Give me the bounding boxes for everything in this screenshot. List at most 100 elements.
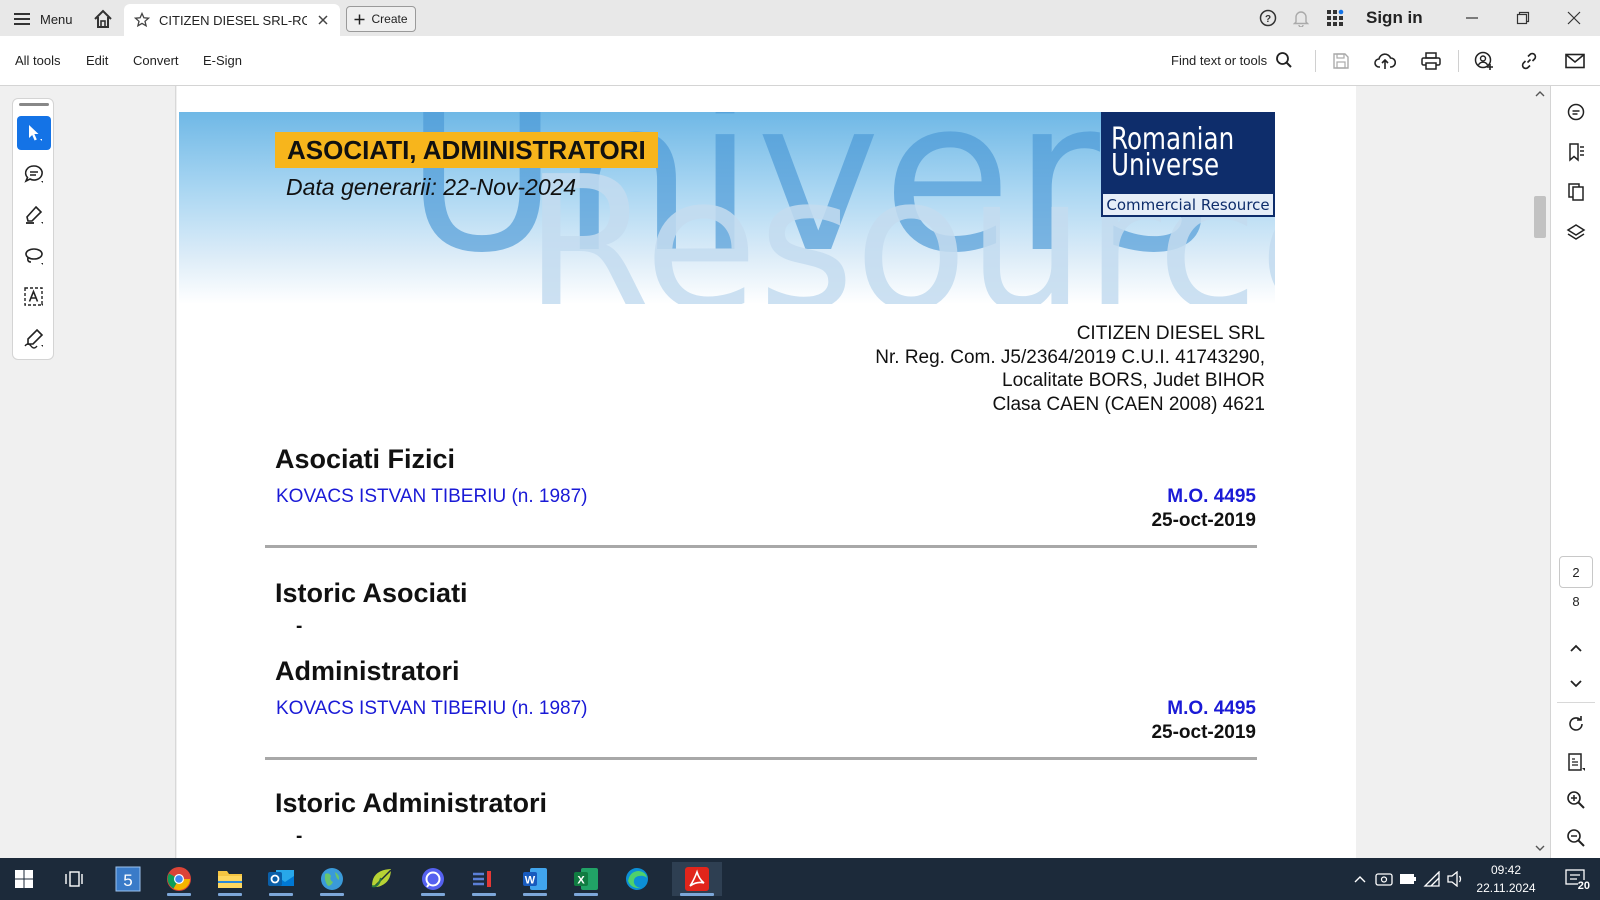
vertical-scrollbar[interactable] [1531, 86, 1549, 858]
company-location: Localitate BORS, Judet BIHOR [1002, 370, 1265, 392]
help-icon: ? [1259, 9, 1277, 27]
taskbar-outlook[interactable] [261, 862, 301, 896]
zoom-out-button[interactable] [1560, 822, 1592, 854]
home-button[interactable] [92, 8, 114, 30]
windows-logo-icon [15, 870, 33, 888]
scroll-down-arrow-icon[interactable] [1535, 844, 1545, 852]
drag-handle[interactable] [19, 103, 49, 106]
restore-button[interactable] [1498, 0, 1548, 36]
menu-all-tools[interactable]: All tools [15, 53, 61, 68]
close-tab-button[interactable] [316, 13, 330, 27]
taskbar-leaf-app[interactable] [362, 862, 402, 896]
taskbar-app-5[interactable]: 5 [108, 862, 148, 896]
notification-center-button[interactable]: 20 [1560, 866, 1592, 892]
tray-meet-now[interactable] [1374, 869, 1394, 889]
excel-icon: X [574, 868, 598, 890]
share-user-button[interactable] [1471, 48, 1497, 74]
restore-icon [1516, 11, 1530, 25]
page-display-button[interactable] [1560, 746, 1592, 778]
text-tool-button[interactable] [17, 280, 51, 314]
upload-button[interactable] [1372, 48, 1398, 74]
task-view-icon [65, 871, 83, 887]
asociat-mo-link[interactable]: M.O. 4495 [1167, 486, 1256, 508]
menu-e-sign[interactable]: E-Sign [203, 53, 242, 68]
taskbar-chrome[interactable] [159, 862, 199, 896]
section-divider [265, 545, 1257, 548]
create-button[interactable]: Create [346, 6, 416, 32]
taskbar-acrobat[interactable] [672, 862, 722, 896]
print-button[interactable] [1418, 48, 1444, 74]
start-button[interactable] [4, 862, 44, 896]
copy-link-button[interactable] [1516, 48, 1542, 74]
zoom-in-button[interactable] [1560, 784, 1592, 816]
pages-icon [1568, 183, 1584, 201]
sign-in-button[interactable]: Sign in [1366, 8, 1423, 28]
taskbar-file-explorer[interactable] [210, 862, 250, 896]
find-text-or-tools[interactable]: Find text or tools [1171, 51, 1293, 69]
heading-istoric-administratori: Istoric Administratori [275, 788, 548, 818]
bell-icon [1293, 11, 1309, 27]
taskbar-si-app[interactable] [464, 862, 504, 896]
taskbar-excel[interactable]: X [566, 862, 606, 896]
comment-icon [24, 165, 43, 183]
bookmarks-panel-button[interactable] [1560, 136, 1592, 168]
asociat-name-link[interactable]: KOVACS ISTVAN TIBERIU (n. 1987) [276, 486, 588, 508]
taskbar-word[interactable]: W [515, 862, 555, 896]
highlighter-icon [26, 205, 43, 224]
acrobat-icon [685, 867, 709, 891]
select-tool-button[interactable] [17, 116, 51, 150]
scrollbar-thumb[interactable] [1534, 196, 1546, 238]
cloud-upload-icon [1374, 53, 1396, 69]
create-label: Create [371, 12, 408, 26]
taskbar-maps-app[interactable] [312, 862, 352, 896]
taskbar-edge[interactable] [617, 862, 657, 896]
comments-panel-button[interactable] [1560, 96, 1592, 128]
email-button[interactable] [1562, 48, 1588, 74]
star-icon[interactable] [134, 12, 150, 28]
draw-tool-button[interactable] [17, 239, 51, 273]
company-info: CITIZEN DIESEL SRL Nr. Reg. Com. J5/2364… [875, 322, 1265, 416]
apps-button[interactable] [1323, 0, 1347, 36]
document-page[interactable]: Univers Resource ASOCIATI, ADMINISTRATOR… [177, 86, 1356, 858]
administrator-name-link[interactable]: KOVACS ISTVAN TIBERIU (n. 1987) [276, 698, 588, 720]
notifications-button[interactable] [1289, 0, 1313, 36]
pages-panel-button[interactable] [1560, 176, 1592, 208]
tray-battery[interactable] [1398, 869, 1418, 889]
previous-page-button[interactable] [1560, 632, 1592, 664]
show-hidden-icons-button[interactable] [1350, 869, 1370, 889]
administrator-mo-link[interactable]: M.O. 4495 [1167, 698, 1256, 720]
tray-network[interactable] [1422, 869, 1442, 889]
highlight-tool-button[interactable] [17, 198, 51, 232]
menu-button[interactable]: Menu [14, 9, 73, 29]
close-window-button[interactable] [1549, 0, 1599, 36]
document-tab[interactable]: CITIZEN DIESEL SRL-RO... [124, 4, 340, 36]
layers-panel-button[interactable] [1560, 216, 1592, 248]
rotate-button[interactable] [1560, 708, 1592, 740]
comment-tool-button[interactable] [17, 157, 51, 191]
text-box-icon [24, 287, 43, 306]
clock-date: 22.11.2024 [1476, 881, 1536, 895]
system-clock[interactable]: 09:42 22.11.2024 [1468, 861, 1544, 897]
tray-volume[interactable] [1446, 869, 1466, 889]
generation-date: Data generarii: 22-Nov-2024 [286, 174, 577, 200]
chevron-down-icon [1570, 680, 1582, 688]
home-icon [94, 9, 112, 28]
save-icon [1333, 53, 1349, 69]
sign-tool-button[interactable] [17, 321, 51, 355]
cursor-arrow-icon [29, 125, 42, 141]
print-icon [1421, 52, 1441, 70]
current-page-input[interactable]: 2 [1559, 556, 1593, 588]
next-page-button[interactable] [1560, 668, 1592, 700]
menu-convert[interactable]: Convert [133, 53, 179, 68]
save-button[interactable] [1328, 48, 1354, 74]
app-five-icon: 5 [115, 866, 141, 892]
logo-subtitle: Commercial Resource [1102, 193, 1274, 216]
scroll-up-arrow-icon[interactable] [1535, 90, 1545, 98]
help-button[interactable]: ? [1256, 0, 1280, 36]
running-indicator [269, 893, 293, 896]
taskbar-chat-app[interactable] [413, 862, 453, 896]
logo-line-2: Universe [1111, 148, 1220, 183]
task-view-button[interactable] [54, 862, 94, 896]
menu-edit[interactable]: Edit [86, 53, 108, 68]
minimize-button[interactable] [1447, 0, 1497, 36]
